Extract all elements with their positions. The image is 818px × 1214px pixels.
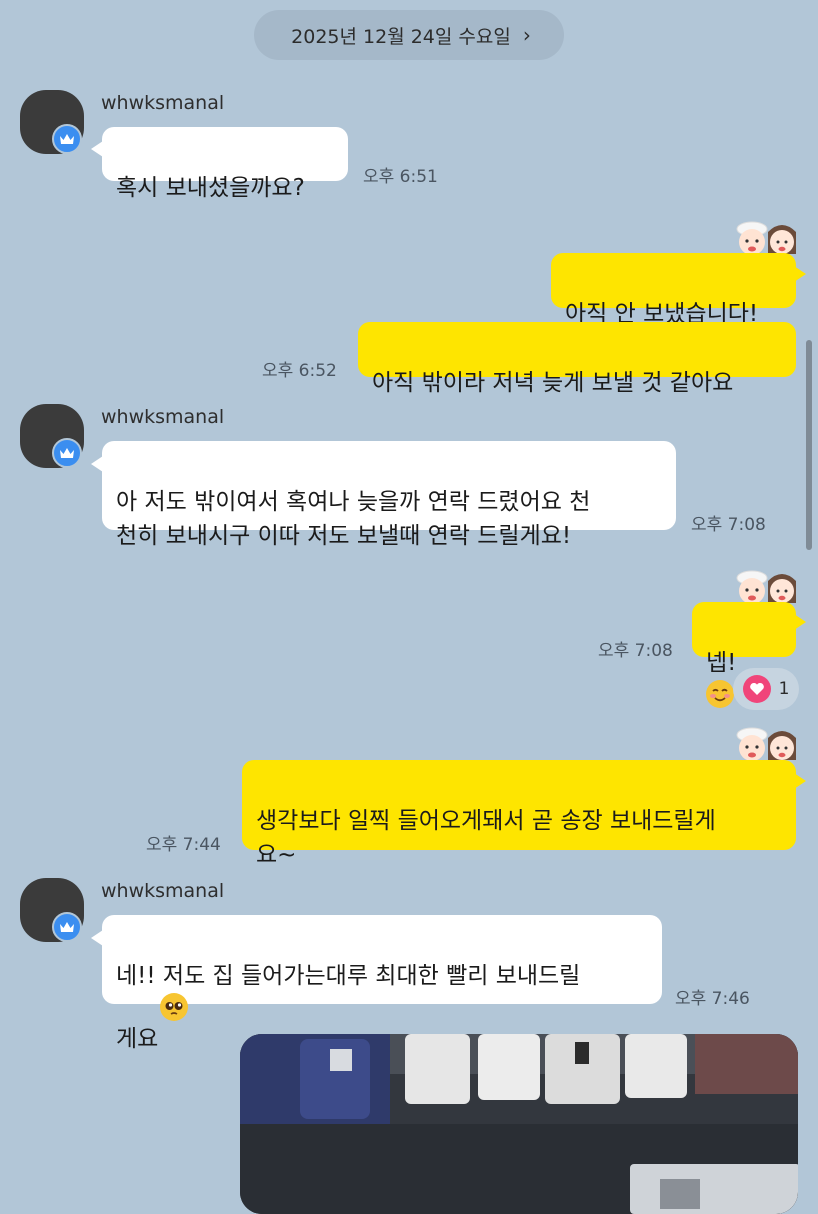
date-header[interactable]: 2025년 12월 24일 수요일 › — [254, 10, 564, 60]
smiling-face-icon — [706, 680, 734, 708]
message-bubble[interactable]: 네!! 저도 집 들어가는대루 최대한 빨리 보내드릴 게요 — [102, 915, 662, 1052]
message-text: 혹시 보내셨을까요? — [116, 175, 305, 201]
message-time: 오후 7:44 — [146, 835, 221, 855]
crown-icon — [52, 438, 82, 468]
message-bubble[interactable]: 아직 밖이라 저녁 늦게 보낼 것 같아요 — [358, 322, 796, 396]
message-bubble[interactable]: 아 저도 밖이여서 혹여나 늦을까 연락 드렸어요 천 천히 보내시구 이따 저… — [102, 441, 676, 549]
photo-attachment[interactable] — [240, 1034, 798, 1214]
crown-icon — [52, 124, 82, 154]
message-text: 넵! — [706, 650, 737, 676]
chevron-right-icon: › — [522, 23, 531, 47]
message-time: 오후 7:46 — [675, 989, 750, 1009]
reaction-count: 1 — [778, 679, 790, 699]
message-time: 오후 6:52 — [262, 361, 337, 381]
pleading-face-icon — [160, 993, 189, 1021]
message-bubble[interactable]: 혹시 보내셨을까요? — [102, 127, 348, 201]
message-text: 아 저도 밖이여서 혹여나 늦을까 연락 드렸어요 천 천히 보내시구 이따 저… — [116, 489, 591, 549]
message-text: 아직 밖이라 저녁 늦게 보낼 것 같아요 — [372, 370, 734, 396]
message-text: 생각보다 일찍 들어오게돼서 곧 송장 보내드릴게 요~ — [256, 808, 716, 868]
message-time: 오후 7:08 — [598, 641, 673, 661]
message-bubble[interactable]: 넵! — [692, 602, 796, 708]
sender-name: whwksmanal — [101, 92, 225, 114]
message-bubble[interactable]: 아직 안 보냈습니다! — [551, 253, 796, 327]
reaction-badge[interactable]: 1 — [733, 668, 799, 710]
heart-icon — [742, 675, 771, 703]
message-time: 오후 7:08 — [691, 515, 766, 535]
scrollbar[interactable] — [806, 340, 812, 550]
crown-icon — [52, 912, 82, 942]
sender-name: whwksmanal — [101, 406, 225, 428]
message-time: 오후 6:51 — [363, 167, 438, 187]
message-bubble[interactable]: 생각보다 일찍 들어오게돼서 곧 송장 보내드릴게 요~ — [242, 760, 796, 868]
sender-name: whwksmanal — [101, 880, 225, 902]
date-label: 2025년 12월 24일 수요일 — [291, 25, 511, 48]
